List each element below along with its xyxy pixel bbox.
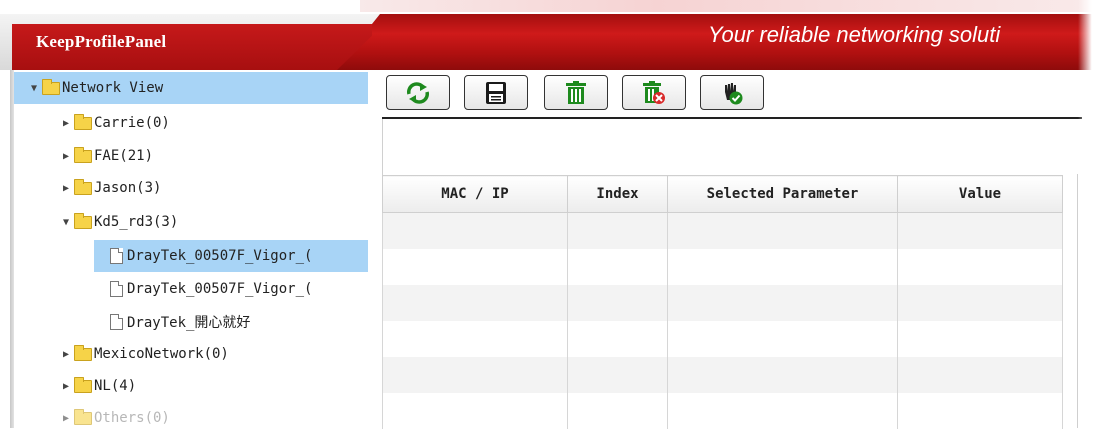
table-row — [382, 321, 1063, 357]
grid-cell — [667, 321, 898, 357]
file-icon — [110, 281, 123, 297]
tree-node-fae[interactable]: ▶ FAE(21) — [14, 140, 368, 172]
column-header-selected-parameter[interactable]: Selected Parameter — [667, 175, 898, 213]
tree-node-label: Jason(3) — [94, 180, 162, 196]
grid-header-row: MAC / IP Index Selected Parameter Value — [382, 175, 1063, 213]
tree-node-label: Kd5_rd3(3) — [94, 214, 179, 230]
folder-icon — [74, 146, 92, 163]
column-header-value[interactable]: Value — [897, 175, 1063, 213]
grid-cell — [667, 249, 898, 285]
grid-cell — [667, 285, 898, 321]
grid-cell — [897, 357, 1063, 393]
tree-node-label: FAE(21) — [94, 148, 154, 164]
folder-icon — [74, 113, 92, 130]
grid-cell — [382, 393, 568, 429]
trash-icon — [566, 80, 586, 104]
screenshot-fade-edge — [1078, 0, 1101, 428]
collapse-arrow-icon[interactable]: ▼ — [60, 217, 72, 228]
grid-cell — [382, 212, 568, 249]
file-icon — [110, 314, 123, 330]
tree-node-nl[interactable]: ▶ NL(4) — [14, 370, 368, 402]
parameter-grid: MAC / IP Index Selected Parameter Value — [382, 175, 1063, 429]
grid-cell — [567, 357, 668, 393]
folder-icon — [74, 178, 92, 195]
table-row — [382, 249, 1063, 285]
header-top-accent — [360, 0, 1101, 12]
brand-tagline: Your reliable networking soluti — [708, 22, 1001, 47]
expand-arrow-icon[interactable]: ▶ — [60, 151, 72, 162]
network-tree: ▼ Network View ▶ Carrie(0) ▶ FAE(21) ▶ J… — [14, 70, 368, 428]
refresh-icon — [407, 81, 429, 104]
column-header-mac-ip[interactable]: MAC / IP — [382, 175, 568, 213]
folder-open-icon — [42, 78, 60, 95]
grid-cell — [667, 357, 898, 393]
table-row — [382, 393, 1063, 429]
tree-node-network-view[interactable]: ▼ Network View — [14, 72, 368, 104]
grid-cell — [567, 212, 668, 249]
tree-node-device-1[interactable]: DrayTek_00507F_Vigor_( — [94, 240, 368, 272]
grid-cell — [382, 285, 568, 321]
grid-cell — [382, 321, 568, 357]
table-row — [382, 357, 1063, 393]
tree-node-device-3[interactable]: DrayTek_開心就好 — [94, 306, 368, 338]
tree-node-device-2[interactable]: DrayTek_00507F_Vigor_( — [94, 273, 368, 305]
folder-icon — [74, 408, 92, 425]
tree-node-label: DrayTek_開心就好 — [127, 315, 251, 331]
tree-node-mexiconetwork[interactable]: ▶ MexicoNetwork(0) — [14, 338, 368, 370]
table-row — [382, 285, 1063, 321]
tree-node-label: NL(4) — [94, 378, 137, 394]
trash-x-icon — [643, 80, 665, 104]
parameter-grid-area: MAC / IP Index Selected Parameter Value — [382, 119, 1083, 429]
column-header-index[interactable]: Index — [567, 175, 668, 213]
tree-node-label: Network View — [62, 80, 164, 96]
delete-button[interactable] — [544, 75, 608, 110]
expand-arrow-icon[interactable]: ▶ — [60, 349, 72, 360]
grid-cell — [667, 393, 898, 429]
tree-node-kd5-rd3[interactable]: ▼ Kd5_rd3(3) — [14, 206, 368, 238]
save-button[interactable] — [464, 75, 528, 110]
apply-button[interactable] — [700, 75, 764, 110]
grid-cell — [897, 212, 1063, 249]
grid-cell — [382, 249, 568, 285]
expand-arrow-icon[interactable]: ▶ — [60, 413, 72, 424]
grid-cell — [567, 321, 668, 357]
folder-open-icon — [74, 212, 92, 229]
tree-node-label: Carrie(0) — [94, 115, 170, 131]
save-icon — [486, 81, 506, 104]
expand-arrow-icon[interactable]: ▶ — [60, 381, 72, 392]
expand-arrow-icon[interactable]: ▶ — [60, 118, 72, 129]
delete-selected-button[interactable] — [622, 75, 686, 110]
tree-node-carrie[interactable]: ▶ Carrie(0) — [14, 107, 368, 139]
tree-node-label: Others(0) — [94, 410, 170, 426]
hand-check-icon — [725, 82, 743, 104]
tree-node-others[interactable]: ▶ Others(0) — [14, 402, 368, 434]
panel-title: KeepProfilePanel — [36, 32, 167, 51]
table-row — [382, 212, 1063, 249]
file-icon — [110, 248, 123, 264]
app-header: KeepProfilePanel Your reliable networkin… — [0, 0, 1101, 70]
grid-cell — [382, 357, 568, 393]
grid-cell — [897, 285, 1063, 321]
grid-cell — [897, 249, 1063, 285]
tree-node-label: MexicoNetwork(0) — [94, 346, 229, 362]
grid-top-spacer — [382, 119, 1083, 175]
grid-cell — [567, 393, 668, 429]
folder-icon — [74, 376, 92, 393]
tree-node-jason[interactable]: ▶ Jason(3) — [14, 172, 368, 204]
collapse-arrow-icon[interactable]: ▼ — [28, 83, 40, 94]
expand-arrow-icon[interactable]: ▶ — [60, 183, 72, 194]
grid-cell — [567, 285, 668, 321]
grid-cell — [567, 249, 668, 285]
tree-node-label: DrayTek_00507F_Vigor_( — [127, 281, 313, 297]
grid-cell — [897, 321, 1063, 357]
tree-node-label: DrayTek_00507F_Vigor_( — [127, 248, 313, 264]
grid-cell — [667, 212, 898, 249]
folder-icon — [74, 344, 92, 361]
grid-cell — [897, 393, 1063, 429]
refresh-button[interactable] — [386, 75, 450, 110]
